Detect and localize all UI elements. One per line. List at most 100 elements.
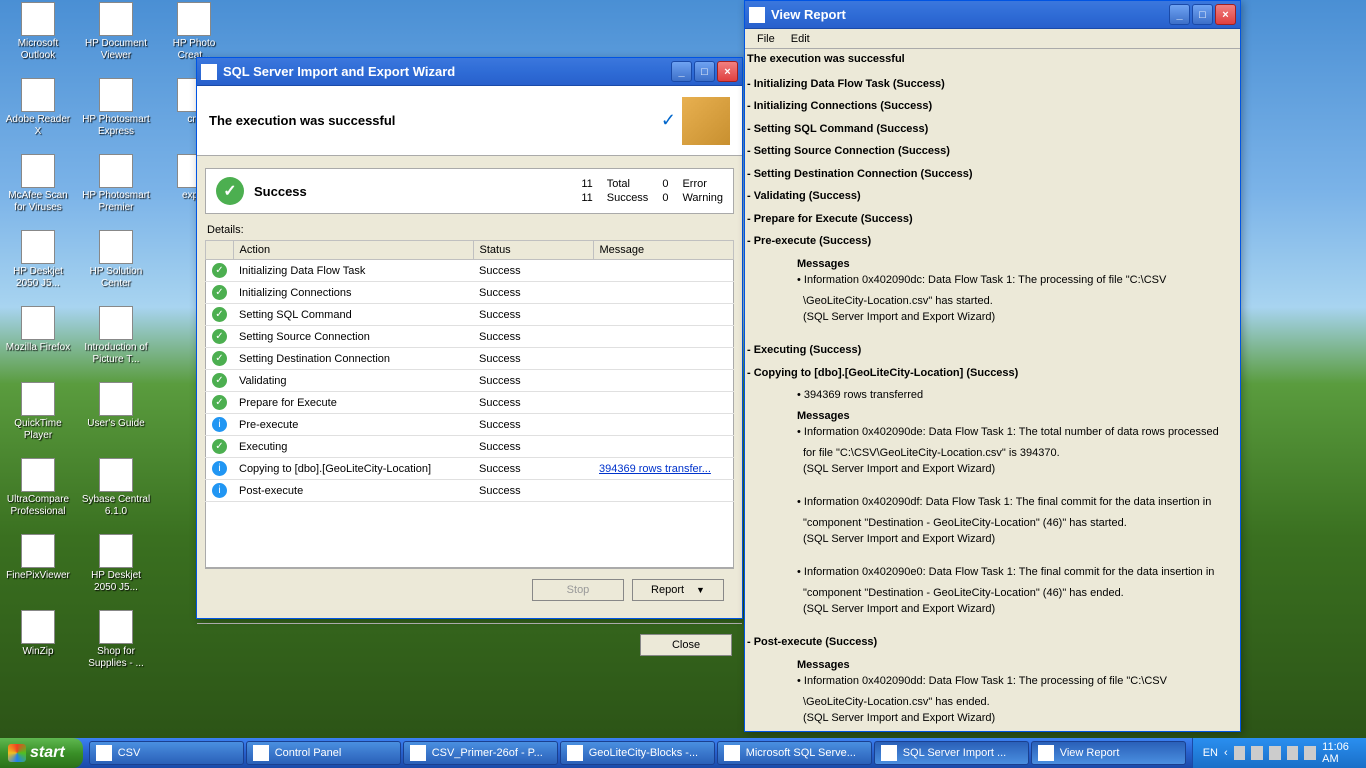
taskbar-item[interactable]: GeoLiteCity-Blocks -... (560, 741, 715, 765)
table-row[interactable]: ✓Prepare for ExecuteSuccess (206, 392, 734, 414)
taskbar: start CSVControl PanelCSV_Primer-26of - … (0, 738, 1366, 768)
system-tray[interactable]: EN ‹ 11:06 AM (1192, 738, 1366, 768)
maximize-button[interactable]: □ (1192, 4, 1213, 25)
report-section: - Setting Destination Connection (Succes… (747, 166, 1234, 183)
icon-label: FinePixViewer (6, 570, 70, 582)
table-row[interactable]: ✓Setting SQL CommandSuccess (206, 304, 734, 326)
desktop-icon[interactable]: FinePixViewer (2, 534, 74, 606)
desktop-icon[interactable]: HP Photosmart Premier (80, 154, 152, 226)
app-icon (21, 382, 55, 416)
clock[interactable]: 11:06 AM (1322, 741, 1360, 765)
menu-file[interactable]: File (749, 31, 783, 47)
report-titlebar[interactable]: View Report _ □ × (745, 1, 1240, 29)
taskbar-item[interactable]: Microsoft SQL Serve... (717, 741, 872, 765)
icon-label: HP Deskjet 2050 J5... (81, 570, 151, 594)
tray-arrow-icon[interactable]: ‹ (1224, 747, 1228, 759)
stat-success-n: 11 (581, 192, 592, 204)
col-status[interactable]: Status (473, 241, 593, 260)
icon-label: Sybase Central 6.1.0 (81, 494, 151, 518)
details-label: Details: (205, 224, 734, 236)
desktop-icon[interactable]: HP Solution Center (80, 230, 152, 302)
details-table: Action Status Message ✓Initializing Data… (205, 240, 734, 502)
action-cell: Setting Destination Connection (233, 348, 473, 370)
report-msg: (SQL Server Import and Export Wizard) (803, 710, 1234, 727)
status-cell: Success (473, 392, 593, 414)
taskbar-item[interactable]: SQL Server Import ... (874, 741, 1029, 765)
menu-edit[interactable]: Edit (783, 31, 818, 47)
tray-icon[interactable] (1287, 746, 1299, 760)
report-body[interactable]: The execution was successful - Initializ… (745, 49, 1240, 731)
table-row[interactable]: ✓ExecutingSuccess (206, 436, 734, 458)
report-icon (749, 7, 765, 23)
desktop-icon[interactable]: HP Deskjet 2050 J5... (80, 534, 152, 606)
message-cell (593, 414, 734, 436)
action-cell: Setting SQL Command (233, 304, 473, 326)
messages-label: Messages (797, 256, 1234, 273)
taskbar-item[interactable]: View Report (1031, 741, 1186, 765)
tray-icon[interactable] (1234, 746, 1246, 760)
action-cell: Setting Source Connection (233, 326, 473, 348)
minimize-button[interactable]: _ (1169, 4, 1190, 25)
message-link[interactable]: 394369 rows transfer... (599, 463, 711, 475)
report-msg: (SQL Server Import and Export Wizard) (803, 531, 1234, 548)
icon-label: Mozilla Firefox (6, 342, 70, 354)
message-cell (593, 480, 734, 502)
maximize-button[interactable]: □ (694, 61, 715, 82)
tray-icon[interactable] (1304, 746, 1316, 760)
taskbar-item[interactable]: Control Panel (246, 741, 401, 765)
desktop-icon[interactable]: HP Deskjet 2050 J5... (2, 230, 74, 302)
desktop-icon[interactable]: HP Photosmart Express (80, 78, 152, 150)
success-icon: ✓ (212, 285, 227, 300)
report-window: View Report _ □ × File Edit The executio… (744, 0, 1241, 732)
desktop-icon[interactable]: User's Guide (80, 382, 152, 454)
language-indicator[interactable]: EN (1203, 747, 1218, 759)
table-row[interactable]: ✓Initializing ConnectionsSuccess (206, 282, 734, 304)
desktop-icon[interactable]: Microsoft Outlook (2, 2, 74, 74)
table-row[interactable]: ✓Setting Destination ConnectionSuccess (206, 348, 734, 370)
desktop-icon[interactable]: Sybase Central 6.1.0 (80, 458, 152, 530)
app-icon (21, 306, 55, 340)
table-row[interactable]: ✓Setting Source ConnectionSuccess (206, 326, 734, 348)
close-wizard-button[interactable]: Close (640, 634, 732, 656)
report-msg: \GeoLiteCity-Location.csv" has started. (803, 293, 1234, 310)
status-cell: Success (473, 260, 593, 282)
report-msg: for file "C:\CSV\GeoLiteCity-Location.cs… (803, 445, 1234, 462)
table-row[interactable]: ✓ValidatingSuccess (206, 370, 734, 392)
close-button[interactable]: × (1215, 4, 1236, 25)
desktop-icon[interactable]: Introduction of Picture T... (80, 306, 152, 378)
rows-transferred: 394369 rows transferred (797, 387, 1234, 404)
desktop-icon[interactable]: McAfee Scan for Viruses (2, 154, 74, 226)
desktop-icon[interactable]: UltraCompare Professional (2, 458, 74, 530)
close-button[interactable]: × (717, 61, 738, 82)
table-row[interactable]: iPost-executeSuccess (206, 480, 734, 502)
table-row[interactable]: ✓Initializing Data Flow TaskSuccess (206, 260, 734, 282)
messages-label: Messages (797, 408, 1234, 425)
app-icon (99, 458, 133, 492)
tray-icon[interactable] (1251, 746, 1263, 760)
table-row[interactable]: iCopying to [dbo].[GeoLiteCity-Location]… (206, 458, 734, 480)
desktop-icon[interactable]: WinZip (2, 610, 74, 682)
action-cell: Validating (233, 370, 473, 392)
minimize-button[interactable]: _ (671, 61, 692, 82)
check-icon: ✓ (661, 110, 676, 131)
desktop-icon[interactable]: HP Document Viewer (80, 2, 152, 74)
report-button[interactable]: Report▼ (632, 579, 724, 601)
wizard-titlebar[interactable]: SQL Server Import and Export Wizard _ □ … (197, 58, 742, 86)
desktop-icon[interactable]: Shop for Supplies - ... (80, 610, 152, 682)
col-action[interactable]: Action (233, 241, 473, 260)
success-icon: ✓ (212, 373, 227, 388)
info-icon: i (212, 417, 227, 432)
status-cell: Success (473, 436, 593, 458)
desktop-icon[interactable]: Mozilla Firefox (2, 306, 74, 378)
tray-icon[interactable] (1269, 746, 1281, 760)
desktop-icon[interactable]: QuickTime Player (2, 382, 74, 454)
taskbar-item[interactable]: CSV (89, 741, 244, 765)
start-button[interactable]: start (0, 738, 83, 768)
table-row[interactable]: iPre-executeSuccess (206, 414, 734, 436)
task-items: CSVControl PanelCSV_Primer-26of - P...Ge… (83, 738, 1192, 768)
taskbar-item[interactable]: CSV_Primer-26of - P... (403, 741, 558, 765)
col-icon[interactable] (206, 241, 234, 260)
task-icon (410, 745, 426, 761)
desktop-icon[interactable]: Adobe Reader X (2, 78, 74, 150)
col-message[interactable]: Message (593, 241, 734, 260)
